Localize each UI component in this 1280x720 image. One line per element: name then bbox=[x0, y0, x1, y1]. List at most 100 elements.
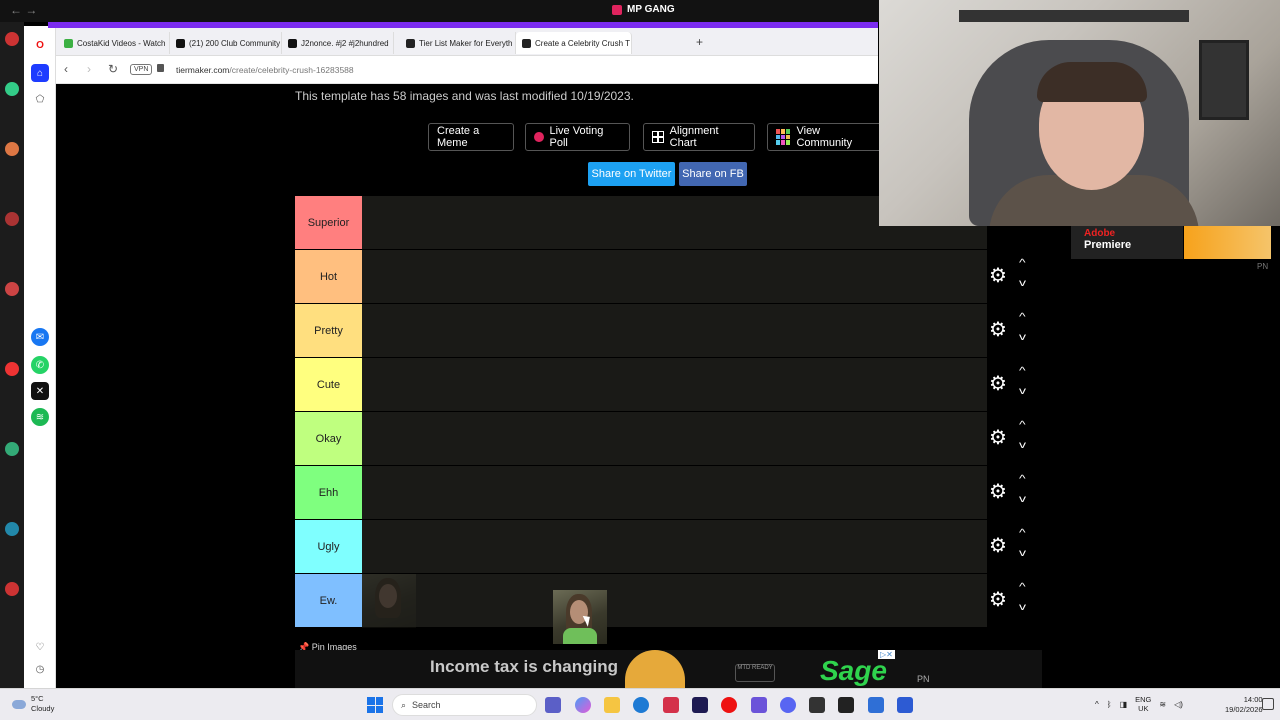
forward-icon[interactable]: › bbox=[87, 62, 91, 76]
view-community-button[interactable]: View Community bbox=[767, 123, 879, 151]
desktop-app-icon[interactable] bbox=[5, 82, 19, 96]
dragged-celebrity-image[interactable] bbox=[553, 590, 607, 644]
x-twitter-icon[interactable]: ✕ bbox=[31, 382, 49, 400]
gear-icon[interactable]: ⚙ bbox=[989, 590, 1007, 610]
history-icon[interactable]: ◷ bbox=[31, 660, 49, 678]
pinboard-icon[interactable]: ⬠ bbox=[31, 90, 49, 108]
tab-200-club[interactable]: (21) 200 Club Community bbox=[170, 32, 282, 54]
tier-row-ugly[interactable]: Ugly ⚙ ^ v bbox=[295, 520, 1041, 574]
desktop-app-icon[interactable] bbox=[5, 442, 19, 456]
wifi-icon[interactable]: ≋ bbox=[1159, 700, 1166, 709]
back-icon[interactable]: ‹ bbox=[64, 62, 68, 76]
premiere-app-icon[interactable] bbox=[692, 697, 708, 713]
bluetooth-icon[interactable]: ᛒ bbox=[1107, 700, 1112, 709]
tier-label[interactable]: Cute bbox=[295, 358, 362, 411]
tab-celebrity-crush[interactable]: Create a Celebrity Crush T bbox=[516, 32, 632, 54]
tab-j2nonce[interactable]: J2nonce. #j2 #j2hundred bbox=[282, 32, 394, 54]
move-down-icon[interactable]: v bbox=[1019, 548, 1026, 559]
share-facebook-button[interactable]: Share on FB bbox=[679, 162, 747, 186]
edge-app-icon[interactable] bbox=[633, 697, 649, 713]
tier-label[interactable]: Ehh bbox=[295, 466, 362, 519]
tier-label[interactable]: Okay bbox=[295, 412, 362, 465]
desktop-app-icon[interactable] bbox=[5, 362, 19, 376]
move-down-icon[interactable]: v bbox=[1019, 332, 1026, 343]
alignment-chart-button[interactable]: Alignment Chart bbox=[643, 123, 755, 151]
tier-row-hot[interactable]: Hot ⚙ ^ v bbox=[295, 250, 1041, 304]
tier-row-pretty[interactable]: Pretty ⚙ ^ v bbox=[295, 304, 1041, 358]
ad-banner[interactable]: Income tax is changing MTD READY Sage ▷✕… bbox=[295, 650, 1042, 688]
url-field[interactable]: tiermaker.com/create/celebrity-crush-162… bbox=[176, 65, 354, 75]
app-icon[interactable] bbox=[897, 697, 913, 713]
taskbar-clock[interactable]: 14:00 19/02/2026 bbox=[1225, 695, 1263, 715]
move-up-icon[interactable]: ^ bbox=[1019, 582, 1026, 593]
spotify-icon[interactable]: ≋ bbox=[31, 408, 49, 426]
desktop-app-icon[interactable] bbox=[5, 522, 19, 536]
tab-tier-list-maker[interactable]: Tier List Maker for Everyth bbox=[400, 32, 516, 54]
reload-icon[interactable]: ↻ bbox=[108, 62, 118, 76]
gear-icon[interactable]: ⚙ bbox=[989, 428, 1007, 448]
move-up-icon[interactable]: ^ bbox=[1019, 420, 1026, 431]
steam-app-icon[interactable] bbox=[809, 697, 825, 713]
tier-label[interactable]: Hot bbox=[295, 250, 362, 303]
tier-label[interactable]: Ew. bbox=[295, 574, 362, 627]
tier-row-ehh[interactable]: Ehh ⚙ ^ v bbox=[295, 466, 1041, 520]
language-indicator[interactable]: ENG UK bbox=[1135, 695, 1151, 713]
messenger-icon[interactable]: ✉ bbox=[31, 328, 49, 346]
vpn-badge[interactable]: VPN bbox=[130, 64, 153, 75]
tier-row-ew[interactable]: Ew. ⚙ ^ v bbox=[295, 574, 1041, 628]
move-up-icon[interactable]: ^ bbox=[1019, 366, 1026, 377]
move-down-icon[interactable]: v bbox=[1019, 494, 1026, 505]
weather-widget[interactable]: 5°C Cloudy bbox=[12, 694, 54, 714]
move-up-icon[interactable]: ^ bbox=[1019, 312, 1026, 323]
chevron-up-icon[interactable]: ^ bbox=[1095, 700, 1099, 709]
live-voting-poll-button[interactable]: Live Voting Poll bbox=[525, 123, 630, 151]
move-down-icon[interactable]: v bbox=[1019, 386, 1026, 397]
share-twitter-button[interactable]: Share on Twitter bbox=[588, 162, 675, 186]
calendar-app-icon[interactable] bbox=[751, 697, 767, 713]
discord-app-icon[interactable] bbox=[780, 697, 796, 713]
move-down-icon[interactable]: v bbox=[1019, 278, 1026, 289]
move-up-icon[interactable]: ^ bbox=[1019, 528, 1026, 539]
gear-icon[interactable]: ⚙ bbox=[989, 536, 1007, 556]
gear-icon[interactable]: ⚙ bbox=[989, 266, 1007, 286]
desktop-app-icon[interactable] bbox=[5, 142, 19, 156]
favorites-icon[interactable]: ♡ bbox=[31, 638, 49, 656]
store-app-icon[interactable] bbox=[868, 697, 884, 713]
app-tray-icon[interactable]: ◨ bbox=[1120, 700, 1128, 709]
tier-row-cute[interactable]: Cute ⚙ ^ v bbox=[295, 358, 1041, 412]
volume-icon[interactable]: ◁) bbox=[1174, 700, 1183, 709]
opera-logo-icon[interactable]: O bbox=[31, 36, 49, 54]
create-meme-button[interactable]: Create a Meme bbox=[428, 123, 514, 151]
gear-icon[interactable]: ⚙ bbox=[989, 374, 1007, 394]
notification-icon[interactable] bbox=[1262, 698, 1274, 710]
tier-label[interactable]: Superior bbox=[295, 196, 362, 249]
window-nav-arrows[interactable]: ← → bbox=[10, 3, 37, 17]
gear-icon[interactable]: ⚙ bbox=[989, 482, 1007, 502]
file-explorer-icon[interactable] bbox=[604, 697, 620, 713]
affinity-app-icon[interactable] bbox=[663, 697, 679, 713]
home-icon[interactable]: ⌂ bbox=[31, 64, 49, 82]
desktop-app-icon[interactable] bbox=[5, 582, 19, 596]
windows-start-icon[interactable] bbox=[367, 697, 383, 713]
ad-close-icon[interactable]: ▷✕ bbox=[878, 650, 895, 659]
tier-label[interactable]: Ugly bbox=[295, 520, 362, 573]
taskbar-search[interactable]: ⌕ Search bbox=[392, 694, 537, 716]
move-up-icon[interactable]: ^ bbox=[1019, 474, 1026, 485]
new-tab-button[interactable]: + bbox=[696, 35, 703, 49]
desktop-app-icon[interactable] bbox=[5, 212, 19, 226]
tab-costakid[interactable]: CostaKid Videos - Watch bbox=[58, 32, 170, 54]
tier-item-image-placeholder[interactable] bbox=[362, 574, 416, 628]
teams-app-icon[interactable] bbox=[545, 697, 561, 713]
desktop-app-icon[interactable] bbox=[5, 282, 19, 296]
move-down-icon[interactable]: v bbox=[1019, 602, 1026, 613]
move-up-icon[interactable]: ^ bbox=[1019, 258, 1026, 269]
desktop-app-icon[interactable] bbox=[5, 32, 19, 46]
copilot-app-icon[interactable] bbox=[575, 697, 591, 713]
move-down-icon[interactable]: v bbox=[1019, 440, 1026, 451]
gear-icon[interactable]: ⚙ bbox=[989, 320, 1007, 340]
epic-games-icon[interactable] bbox=[838, 697, 854, 713]
tier-label[interactable]: Pretty bbox=[295, 304, 362, 357]
opera-app-icon[interactable] bbox=[721, 697, 737, 713]
tier-row-okay[interactable]: Okay ⚙ ^ v bbox=[295, 412, 1041, 466]
whatsapp-icon[interactable]: ✆ bbox=[31, 356, 49, 374]
